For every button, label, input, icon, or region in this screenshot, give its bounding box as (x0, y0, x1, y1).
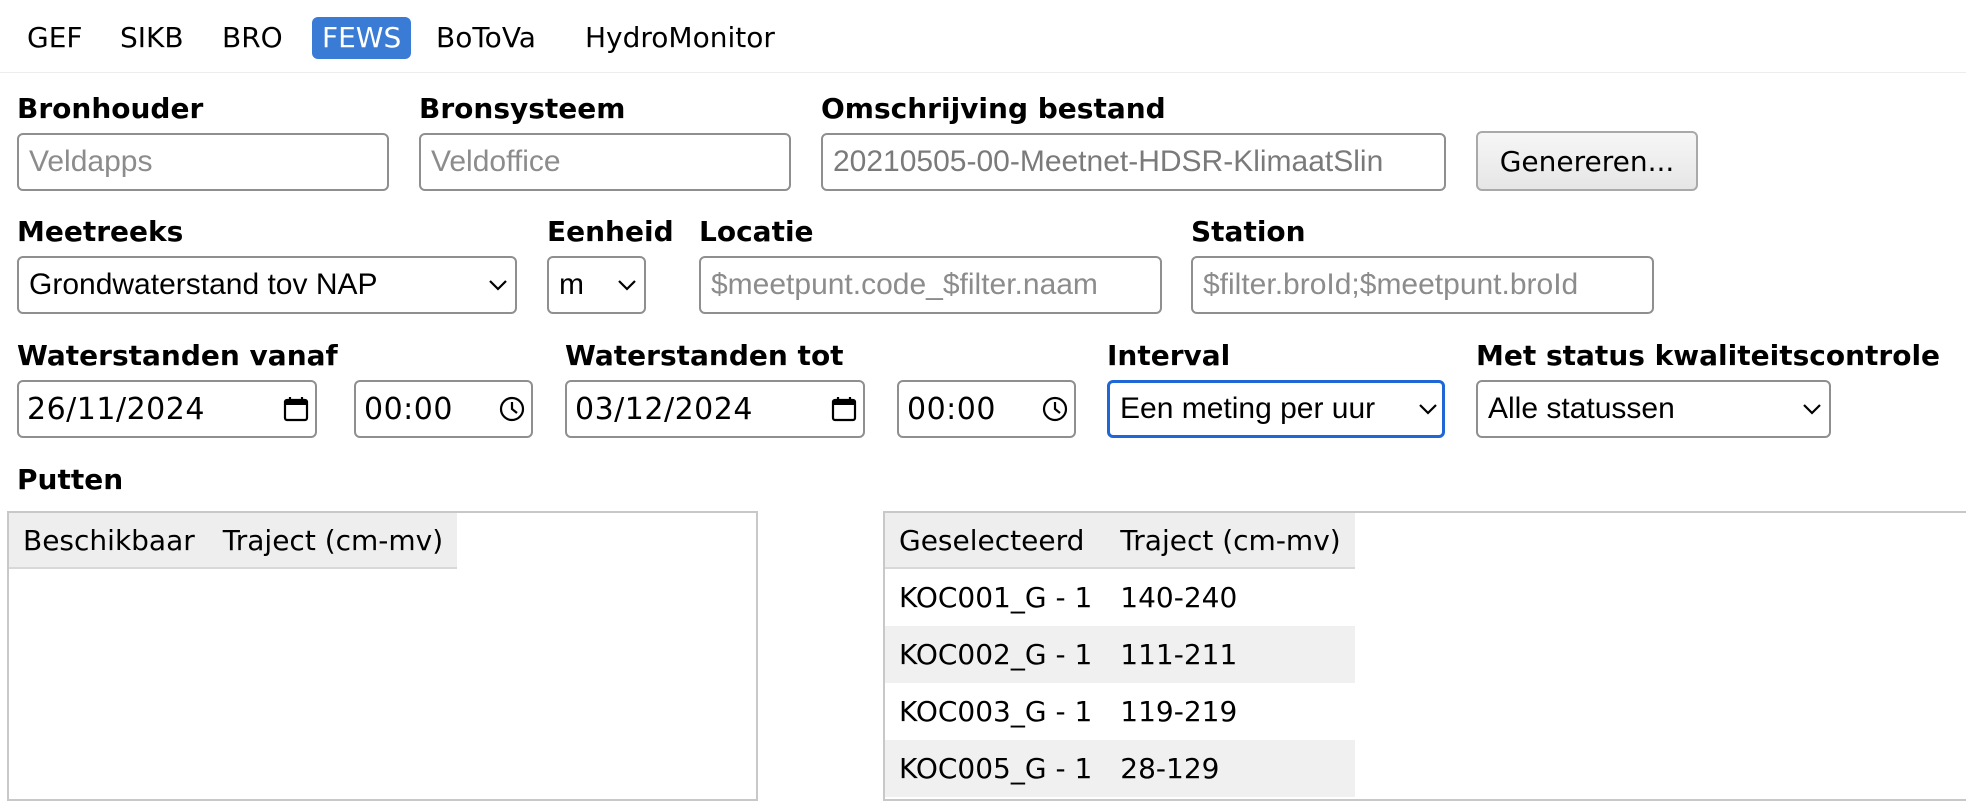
omschrijving-input[interactable] (821, 133, 1446, 191)
chevron-down-icon (1795, 403, 1829, 415)
well-name-cell: KOC001_G - 1 (899, 581, 1093, 614)
eenheid-select[interactable]: m (547, 256, 646, 314)
omschrijving-label: Omschrijving bestand (821, 92, 1166, 125)
status-value: Alle statussen (1488, 392, 1675, 425)
well-name-cell: KOC005_G - 1 (885, 740, 1107, 797)
available-header-name[interactable]: Beschikbaar (9, 513, 209, 569)
tab-fews[interactable]: FEWS (312, 17, 412, 59)
well-traject-cell: 140-240 (1120, 581, 1238, 614)
tot-label: Waterstanden tot (565, 339, 844, 372)
station-input[interactable] (1191, 256, 1654, 314)
selected-wells-list[interactable]: Geselecteerd Traject (cm-mv) KOC001_G - … (883, 511, 1966, 801)
selected-header-name[interactable]: Geselecteerd (885, 513, 1107, 569)
tot-date-input[interactable]: 03/12/2024 (565, 380, 865, 438)
locatie-label: Locatie (699, 215, 814, 248)
table-row[interactable]: KOC005_G - 1 28-129 (885, 740, 1355, 797)
table-row[interactable]: KOC003_G - 1 119-219 (885, 683, 1355, 740)
well-name-cell: KOC003_G - 1 (899, 695, 1093, 728)
well-traject-cell: 119-219 (1120, 695, 1238, 728)
interval-label: Interval (1107, 339, 1231, 372)
chevron-down-icon (1414, 403, 1442, 415)
status-select[interactable]: Alle statussen (1476, 380, 1831, 438)
available-wells-list[interactable]: Beschikbaar Traject (cm-mv) (7, 511, 758, 801)
table-row[interactable]: KOC002_G - 1 111-211 (885, 626, 1355, 683)
bronsysteem-label: Bronsysteem (419, 92, 626, 125)
selected-header-traject[interactable]: Traject (cm-mv) (1106, 513, 1355, 569)
vanaf-label: Waterstanden vanaf (17, 339, 338, 372)
vanaf-time-value: 00:00 (364, 391, 453, 427)
eenheid-label: Eenheid (547, 215, 674, 248)
chevron-down-icon (610, 279, 644, 291)
tab-hydromonitor[interactable]: HydroMonitor (575, 17, 785, 59)
chevron-down-icon (481, 279, 515, 291)
meetreeks-select[interactable]: Grondwaterstand tov NAP (17, 256, 517, 314)
clock-icon[interactable] (493, 395, 531, 423)
station-label: Station (1191, 215, 1306, 248)
bronhouder-input[interactable] (17, 133, 389, 191)
bronhouder-label: Bronhouder (17, 92, 204, 125)
eenheid-value: m (559, 268, 584, 301)
vanaf-date-value: 26/11/2024 (27, 391, 205, 427)
table-row[interactable]: KOC001_G - 1 140-240 (885, 568, 1355, 626)
vanaf-time-input[interactable]: 00:00 (354, 380, 533, 438)
status-label: Met status kwaliteitscontrole (1476, 339, 1941, 372)
interval-select[interactable]: Een meting per uur (1107, 380, 1445, 438)
well-traject-cell: 28-129 (1106, 740, 1355, 797)
bronsysteem-input[interactable] (419, 133, 791, 191)
well-traject-cell: 111-211 (1106, 626, 1355, 683)
calendar-icon[interactable] (825, 395, 863, 423)
genereren-button[interactable]: Genereren... (1476, 131, 1698, 191)
well-name-cell: KOC002_G - 1 (885, 626, 1107, 683)
tab-bro[interactable]: BRO (212, 17, 293, 59)
meetreeks-label: Meetreeks (17, 215, 184, 248)
tab-bar: GEF SIKB BRO FEWS BoToVa HydroMonitor (0, 0, 1966, 73)
tab-gef[interactable]: GEF (17, 17, 93, 59)
available-header-traject[interactable]: Traject (cm-mv) (208, 513, 458, 569)
locatie-input[interactable] (699, 256, 1162, 314)
selected-wells-table: Geselecteerd Traject (cm-mv) KOC001_G - … (885, 513, 1355, 797)
tab-sikb[interactable]: SIKB (110, 17, 194, 59)
meetreeks-value: Grondwaterstand tov NAP (29, 268, 378, 301)
vanaf-date-input[interactable]: 26/11/2024 (17, 380, 317, 438)
tot-date-value: 03/12/2024 (575, 391, 753, 427)
calendar-icon[interactable] (277, 395, 315, 423)
interval-value: Een meting per uur (1120, 392, 1376, 425)
tot-time-value: 00:00 (907, 391, 996, 427)
tot-time-input[interactable]: 00:00 (897, 380, 1076, 438)
tab-botova[interactable]: BoToVa (426, 17, 546, 59)
clock-icon[interactable] (1036, 395, 1074, 423)
putten-label: Putten (17, 463, 124, 496)
available-wells-table: Beschikbaar Traject (cm-mv) (9, 513, 458, 569)
